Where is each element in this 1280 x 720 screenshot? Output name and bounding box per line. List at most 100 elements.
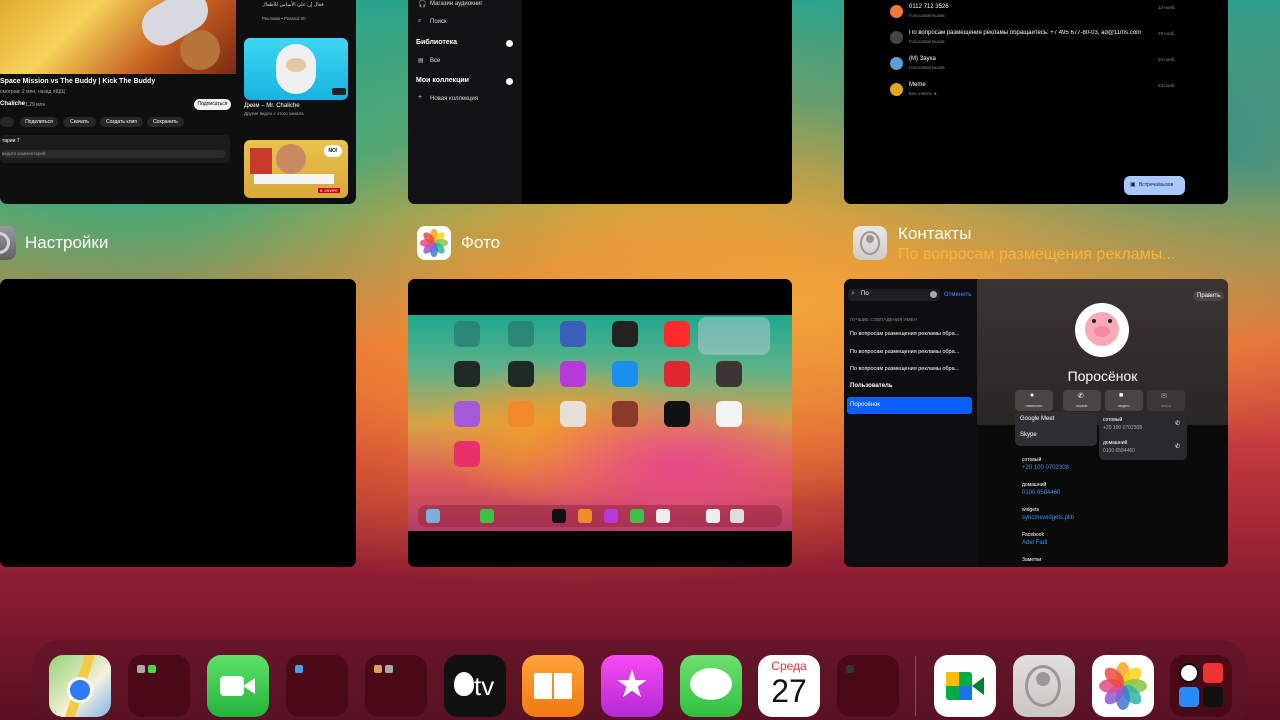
channel-name[interactable]: Chaliche xyxy=(0,101,25,107)
action-bar: Поделиться Скачать Создать клип Сохранит… xyxy=(0,116,236,128)
result-item[interactable]: По вопросам размещения рекламы обра... xyxy=(850,349,959,355)
maps-icon[interactable] xyxy=(49,655,111,717)
settings-label: Настройки xyxy=(25,233,109,252)
save-button[interactable]: Сохранить xyxy=(147,117,184,127)
side-video-thumbnail-2[interactable]: NO! В ЭФИРЕ xyxy=(244,140,348,198)
video-call-menu: Google Meet Skype xyxy=(1015,412,1097,446)
library-header[interactable]: Библиотека xyxy=(416,39,457,46)
phone-icon[interactable]: ✆ xyxy=(1175,420,1180,427)
menu-search[interactable]: Поиск xyxy=(430,19,447,25)
facetime-icon[interactable] xyxy=(207,655,269,717)
avatar xyxy=(890,83,903,96)
side-video-meta: Другие видео с этого канала xyxy=(244,111,304,116)
message-action[interactable]: ● написать xyxy=(1015,390,1053,411)
video-action[interactable]: ■ видео xyxy=(1105,390,1143,411)
share-button[interactable]: Поделиться xyxy=(20,117,58,127)
popup-field-label: сотовый xyxy=(1103,417,1123,423)
subscribe-button[interactable]: Подписаться xyxy=(194,99,231,110)
books-icon[interactable] xyxy=(522,655,584,717)
no-badge: NO! xyxy=(324,145,342,157)
contacts-sublabel: По вопросам размещения рекламы... xyxy=(898,246,1176,263)
video-action-label: видео xyxy=(1118,403,1130,408)
field-value[interactable]: 0100 6584460 xyxy=(1022,490,1060,496)
collections-header[interactable]: Мои коллекции xyxy=(416,77,469,84)
plus-icon: + xyxy=(418,94,423,101)
field-label: сотовый xyxy=(1022,457,1042,463)
menu-audiobook-store[interactable]: Магазин аудиокниг xyxy=(430,1,483,7)
call-time: 23 нояб. xyxy=(1158,83,1176,88)
calendar-icon[interactable]: Среда 27 xyxy=(758,655,820,717)
photos-icon[interactable] xyxy=(1092,655,1154,717)
new-collection[interactable]: Новая коллекция xyxy=(430,96,478,102)
contacts-icon[interactable] xyxy=(1013,655,1075,717)
apple-logo xyxy=(454,672,474,696)
call-action-label: вызов xyxy=(1076,403,1088,408)
phone-icon[interactable]: ✆ xyxy=(1175,443,1180,450)
call-row[interactable]: Meme Без ответа 🔺 23 нояб. xyxy=(890,82,1190,102)
contacts-card[interactable]: ⌕ По Отменить ЛУЧШИЕ СОВПАДЕНИЯ ИМЕН По … xyxy=(844,279,1228,567)
call-row[interactable]: (M) Зауха Голосовой вызов 10 нояб. xyxy=(890,56,1190,76)
edit-button[interactable]: Править xyxy=(1193,291,1225,301)
field-label: Заметки xyxy=(1022,557,1042,563)
settings-card[interactable] xyxy=(0,279,356,567)
utilities-folder-icon[interactable] xyxy=(1170,655,1232,717)
itunes-store-icon[interactable]: ★ xyxy=(601,655,663,717)
folder-icon[interactable] xyxy=(837,655,899,717)
google-meet-icon[interactable] xyxy=(934,655,996,717)
popup-field-value[interactable]: +20 100 0702308 xyxy=(1103,425,1142,431)
youtube-card[interactable]: Space Mission vs The Buddy | Kick The Bu… xyxy=(0,0,356,204)
calendar-date: 27 xyxy=(771,673,807,709)
comments-section[interactable]: тарии 7 ведите комментарий xyxy=(0,135,230,163)
dislike-icon[interactable] xyxy=(0,117,14,127)
call-name: (M) Зауха xyxy=(909,56,936,62)
selected-contact[interactable]: Поросёнок xyxy=(847,397,972,414)
photo-preview[interactable] xyxy=(408,315,792,531)
collections-collapse-icon[interactable] xyxy=(506,78,513,85)
apple-tv-icon[interactable]: tv xyxy=(444,655,506,717)
result-item[interactable]: По вопросам размещения рекламы обра... xyxy=(850,366,959,372)
field-label: Facebook xyxy=(1022,532,1044,538)
field-value[interactable]: +20 100 0702308 xyxy=(1022,465,1069,471)
folder-icon[interactable] xyxy=(365,655,427,717)
menu-skype[interactable]: Skype xyxy=(1020,432,1037,438)
video-thumbnail[interactable] xyxy=(0,0,236,74)
folder-icon[interactable] xyxy=(128,655,190,717)
call-action[interactable]: ✆ вызов xyxy=(1063,390,1101,411)
cancel-button[interactable]: Отменить xyxy=(944,292,971,298)
meeting-call-button[interactable]: ▣ Встреча/вызов xyxy=(1124,176,1185,195)
result-item[interactable]: По вопросам размещения рекламы обра... xyxy=(850,331,959,337)
video-meta: смотров: 2 млн, назад #ЩЩ xyxy=(0,89,65,95)
download-button[interactable]: Скачать xyxy=(63,117,96,127)
side-video-thumbnail[interactable] xyxy=(244,38,348,100)
selected-contact-label: Поросёнок xyxy=(850,402,880,408)
menu-google-meet[interactable]: Google Meet xyxy=(1020,416,1054,422)
library-collapse-icon[interactable] xyxy=(506,40,513,47)
channel-subs: 1,29 млн xyxy=(25,102,46,108)
avatar xyxy=(890,57,903,70)
phone-icon: ✆ xyxy=(1078,393,1084,400)
call-name: 0112 712 3526 xyxy=(909,4,949,10)
photos-card[interactable] xyxy=(408,279,792,567)
phone-card[interactable]: 0112 712 3526 Голосовой вызов 12 нояб. П… xyxy=(844,0,1228,204)
contact-detail: Править Поросёнок ● написать ✆ вызов ■ в… xyxy=(977,279,1228,567)
comment-input[interactable]: ведите комментарий xyxy=(2,150,226,158)
call-sub: Без ответа 🔺 xyxy=(909,91,939,96)
messages-icon[interactable] xyxy=(680,655,742,717)
comments-header: тарии 7 xyxy=(2,138,20,144)
search-icon: ⌕ xyxy=(851,290,855,297)
library-all[interactable]: Все xyxy=(430,58,440,64)
contact-name: Поросёнок xyxy=(1067,368,1138,384)
search-value: По xyxy=(861,291,869,297)
search-field[interactable]: ⌕ По xyxy=(848,289,940,301)
popup-field-value[interactable]: 0100 6584460 xyxy=(1103,448,1135,454)
field-value[interactable]: Adel Fadl xyxy=(1022,540,1047,546)
avatar xyxy=(890,31,903,44)
call-row[interactable]: По вопросам размещения рекламы обращайте… xyxy=(890,30,1190,50)
clear-icon[interactable] xyxy=(930,291,937,298)
call-row[interactable]: 0112 712 3526 Голосовой вызов 12 нояб. xyxy=(890,4,1190,24)
clip-button[interactable]: Создать клип xyxy=(100,117,143,127)
field-value[interactable]: syncmewidgets.plib xyxy=(1022,515,1074,521)
books-card[interactable]: 🎧 Магазин аудиокниг ⌕ Поиск Библиотека ▤… xyxy=(408,0,792,204)
mail-action[interactable]: ✉ почта xyxy=(1147,390,1185,411)
folder-icon[interactable] xyxy=(286,655,348,717)
